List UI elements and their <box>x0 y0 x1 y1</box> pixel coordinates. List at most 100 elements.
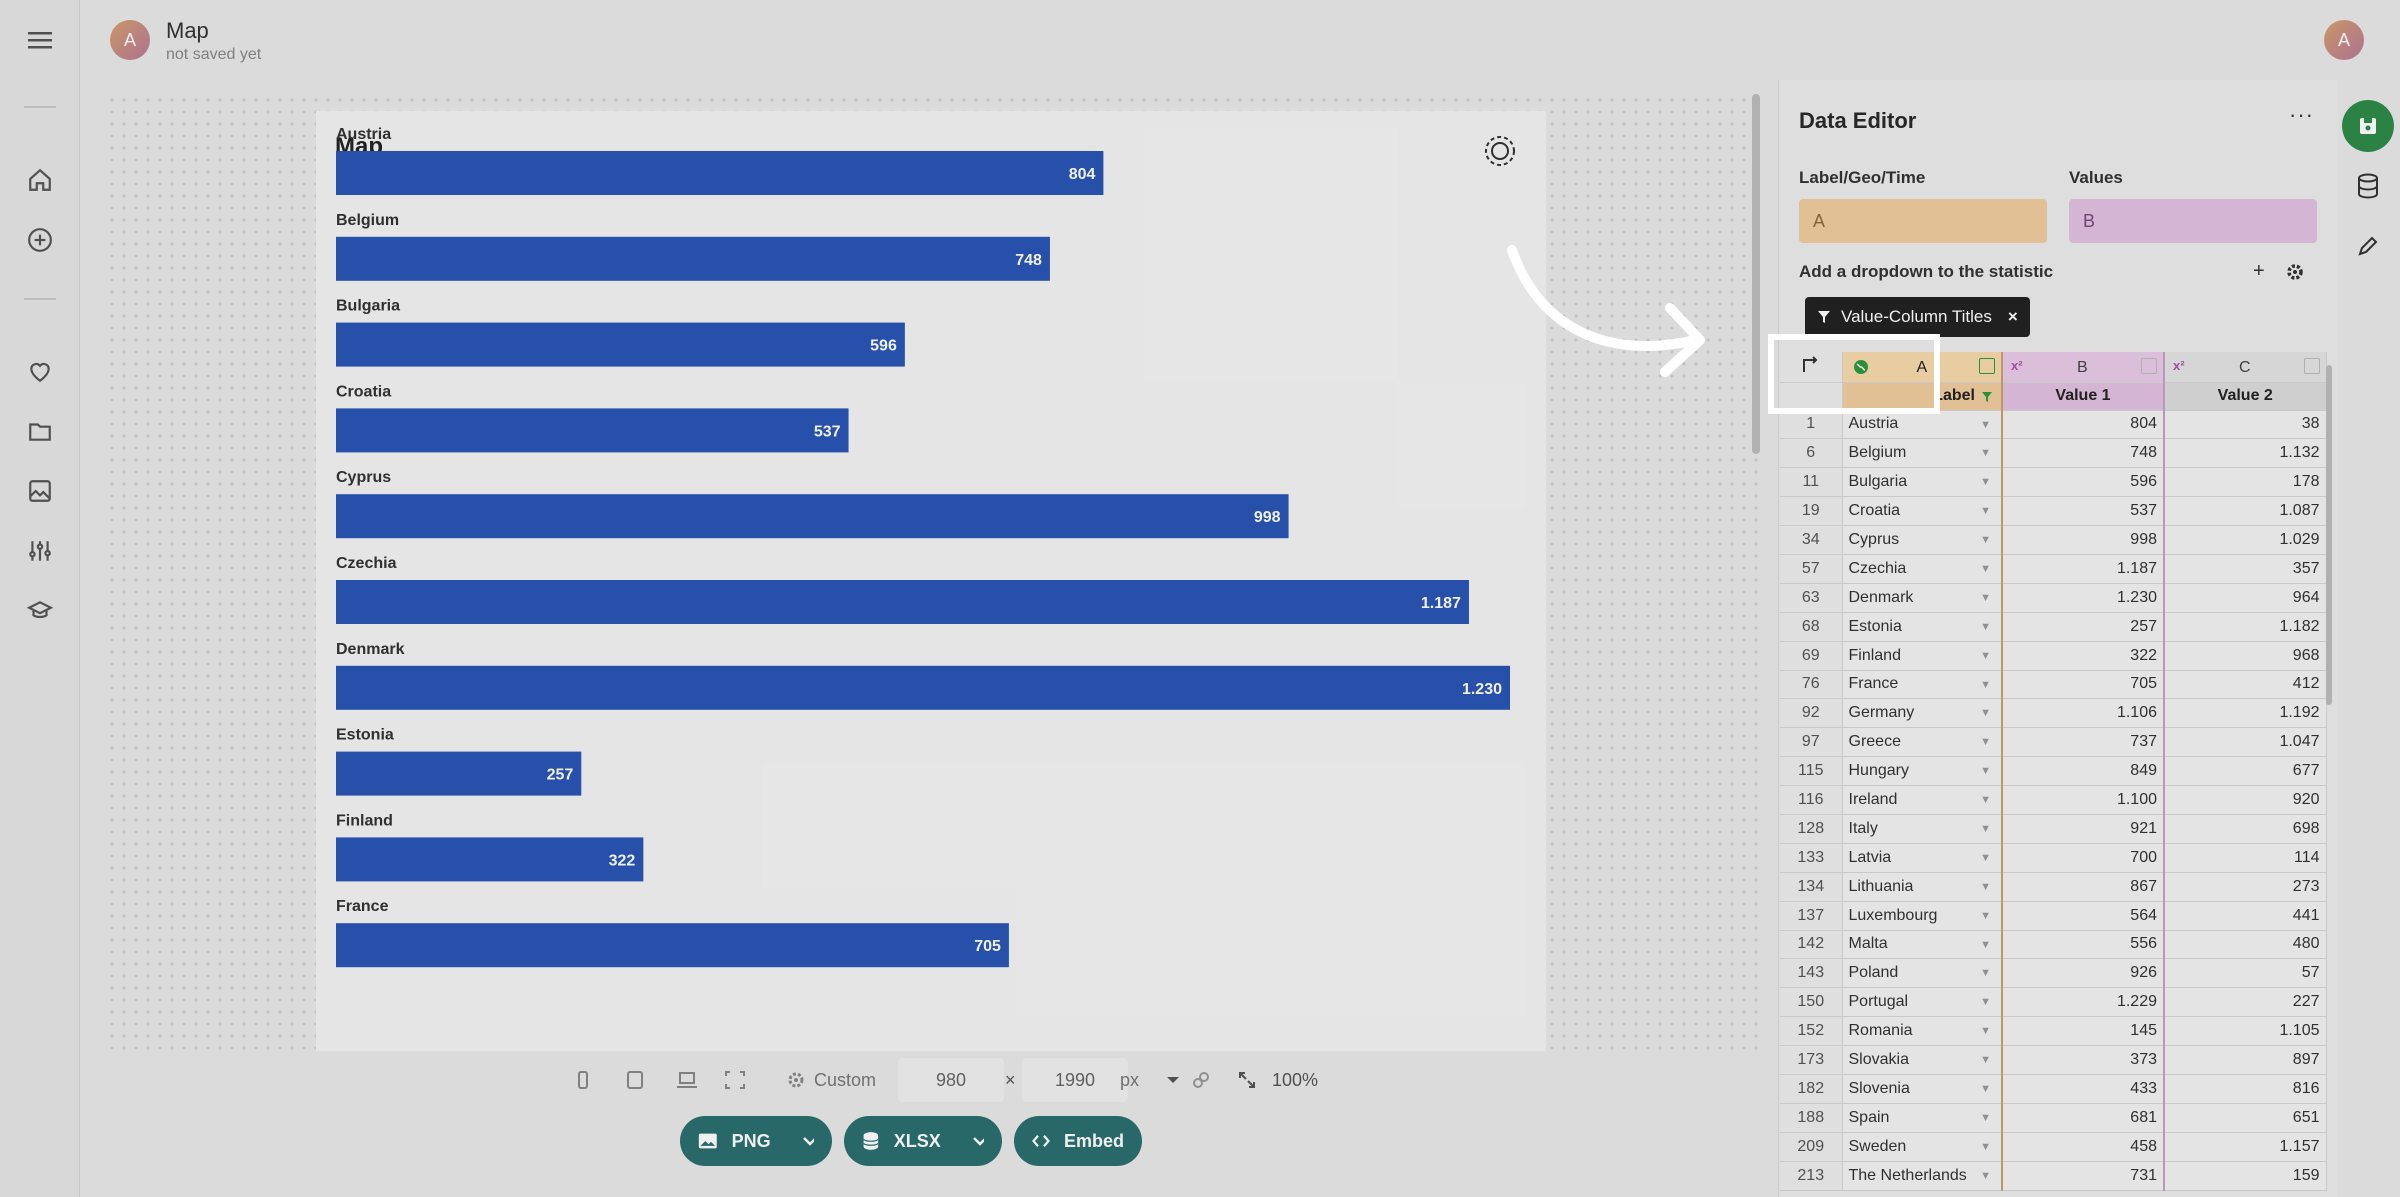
value2-cell[interactable]: 114 <box>2164 843 2327 873</box>
value1-cell[interactable]: 1.187 <box>2002 554 2165 584</box>
label-cell[interactable]: Estonia ▼ <box>1842 612 2003 642</box>
cell-dropdown-icon[interactable]: ▼ <box>1980 1170 1991 1182</box>
value2-cell[interactable]: 698 <box>2164 814 2327 844</box>
label-cell[interactable]: Denmark ▼ <box>1842 583 2003 613</box>
label-cell[interactable]: The Netherlands ▼ <box>1842 1161 2003 1191</box>
row-number[interactable]: 115 <box>1780 756 1843 787</box>
row-number[interactable]: 150 <box>1780 987 1843 1018</box>
label-cell[interactable]: Slovenia ▼ <box>1842 1074 2003 1104</box>
database-icon[interactable] <box>2342 160 2394 212</box>
row-number[interactable]: 69 <box>1780 641 1843 671</box>
unit-dropdown-icon[interactable] <box>1166 1062 1180 1098</box>
cell-dropdown-icon[interactable]: ▼ <box>1980 736 1991 748</box>
value2-cell[interactable]: 1.105 <box>2164 1016 2327 1047</box>
cell-dropdown-icon[interactable]: ▼ <box>1980 794 1991 806</box>
row-number[interactable]: 1 <box>1780 410 1843 440</box>
cell-dropdown-icon[interactable]: ▼ <box>1980 852 1991 864</box>
cell-dropdown-icon[interactable]: ▼ <box>1980 967 1991 979</box>
label-cell[interactable]: Ireland ▼ <box>1842 785 2003 815</box>
cell-dropdown-icon[interactable]: ▼ <box>1980 563 1991 575</box>
label-cell[interactable]: Lithuania ▼ <box>1842 872 2003 902</box>
value1-cell[interactable]: 921 <box>2002 814 2165 844</box>
folder-icon[interactable] <box>24 415 56 447</box>
value1-cell[interactable]: 257 <box>2002 612 2165 642</box>
chevron-down-icon[interactable] <box>972 1136 984 1146</box>
column-c-menu-icon[interactable] <box>2303 358 2320 374</box>
fullscreen-icon[interactable] <box>724 1062 746 1098</box>
label-cell[interactable]: Spain ▼ <box>1842 1103 2003 1133</box>
cell-dropdown-icon[interactable]: ▼ <box>1980 476 1991 488</box>
value2-cell[interactable]: 441 <box>2164 901 2327 931</box>
label-cell[interactable]: Sweden ▼ <box>1842 1132 2003 1162</box>
zoom-fit-icon[interactable] <box>1238 1062 1256 1098</box>
embed-button[interactable]: Embed <box>1014 1116 1142 1166</box>
row-number[interactable]: 116 <box>1780 785 1843 815</box>
lock-ratio-icon[interactable] <box>1192 1062 1210 1098</box>
cell-dropdown-icon[interactable]: ▼ <box>1980 996 1991 1008</box>
gear-icon[interactable] <box>2286 263 2304 286</box>
value1-cell[interactable]: 322 <box>2002 641 2165 671</box>
value2-cell[interactable]: 227 <box>2164 987 2327 1018</box>
cell-dropdown-icon[interactable]: ▼ <box>1980 1141 1991 1153</box>
row-number[interactable]: 213 <box>1780 1161 1843 1191</box>
value2-cell[interactable]: 1.029 <box>2164 525 2327 555</box>
value2-cell[interactable]: 816 <box>2164 1074 2327 1104</box>
value2-cell[interactable]: 159 <box>2164 1161 2327 1191</box>
pencil-icon[interactable] <box>2342 220 2394 272</box>
column-header-a[interactable]: A <box>1842 352 2003 383</box>
label-cell[interactable]: Slovakia ▼ <box>1842 1045 2003 1075</box>
label-cell[interactable]: Finland ▼ <box>1842 641 2003 671</box>
row-number[interactable]: 19 <box>1780 496 1843 527</box>
value1-cell[interactable]: 748 <box>2002 438 2165 469</box>
cell-dropdown-icon[interactable]: ▼ <box>1980 534 1991 546</box>
label-cell[interactable]: Belgium ▼ <box>1842 438 2003 469</box>
cell-dropdown-icon[interactable]: ▼ <box>1980 621 1991 633</box>
value2-cell[interactable]: 651 <box>2164 1103 2327 1133</box>
label-cell[interactable]: Croatia ▼ <box>1842 496 2003 527</box>
user-avatar[interactable]: A <box>2324 20 2364 60</box>
label-cell[interactable]: Czechia ▼ <box>1842 554 2003 584</box>
cell-dropdown-icon[interactable]: ▼ <box>1980 707 1991 719</box>
image-icon[interactable] <box>24 475 56 507</box>
column-a-title[interactable]: Label <box>1842 382 2003 411</box>
column-a-menu-icon[interactable] <box>1979 358 1995 374</box>
value2-cell[interactable]: 357 <box>2164 554 2327 584</box>
value2-cell[interactable]: 273 <box>2164 872 2327 902</box>
value1-cell[interactable]: 804 <box>2002 410 2165 440</box>
value1-cell[interactable]: 596 <box>2002 467 2165 498</box>
height-input[interactable]: 1990 <box>1022 1058 1128 1102</box>
home-icon[interactable] <box>24 164 56 196</box>
value2-cell[interactable]: 178 <box>2164 467 2327 498</box>
column-c-title[interactable]: Value 2 <box>2164 382 2327 411</box>
cell-dropdown-icon[interactable]: ▼ <box>1980 823 1991 835</box>
value2-cell[interactable]: 1.157 <box>2164 1132 2327 1162</box>
label-cell[interactable]: Hungary ▼ <box>1842 756 2003 787</box>
row-number[interactable]: 63 <box>1780 583 1843 613</box>
canvas-scrollbar[interactable] <box>1752 94 1760 454</box>
value2-cell[interactable]: 677 <box>2164 756 2327 787</box>
zoom-level[interactable]: 100% <box>1272 1062 1318 1098</box>
cell-dropdown-icon[interactable]: ▼ <box>1980 505 1991 517</box>
row-number[interactable]: 152 <box>1780 1016 1843 1047</box>
row-number[interactable]: 68 <box>1780 612 1843 642</box>
sliders-icon[interactable] <box>24 535 56 567</box>
row-number[interactable]: 76 <box>1780 670 1843 700</box>
value2-cell[interactable]: 412 <box>2164 670 2327 700</box>
column-header-b[interactable]: x² B <box>2002 352 2165 383</box>
row-number[interactable]: 92 <box>1780 698 1843 729</box>
column-b-title[interactable]: Value 1 <box>2002 382 2165 411</box>
label-cell[interactable]: Bulgaria ▼ <box>1842 467 2003 498</box>
project-avatar[interactable]: A <box>110 20 150 60</box>
value1-cell[interactable]: 926 <box>2002 958 2165 989</box>
row-number[interactable]: 137 <box>1780 901 1843 931</box>
label-cell[interactable]: Italy ▼ <box>1842 814 2003 844</box>
label-cell[interactable]: Poland ▼ <box>1842 958 2003 989</box>
value1-cell[interactable]: 145 <box>2002 1016 2165 1047</box>
value1-cell[interactable]: 564 <box>2002 901 2165 931</box>
row-number[interactable]: 34 <box>1780 525 1843 555</box>
row-number[interactable]: 134 <box>1780 872 1843 902</box>
editor-scrollbar[interactable] <box>2326 365 2332 705</box>
cell-dropdown-icon[interactable]: ▼ <box>1980 939 1991 951</box>
label-cell[interactable]: Luxembourg ▼ <box>1842 901 2003 931</box>
cell-dropdown-icon[interactable]: ▼ <box>1980 1025 1991 1037</box>
